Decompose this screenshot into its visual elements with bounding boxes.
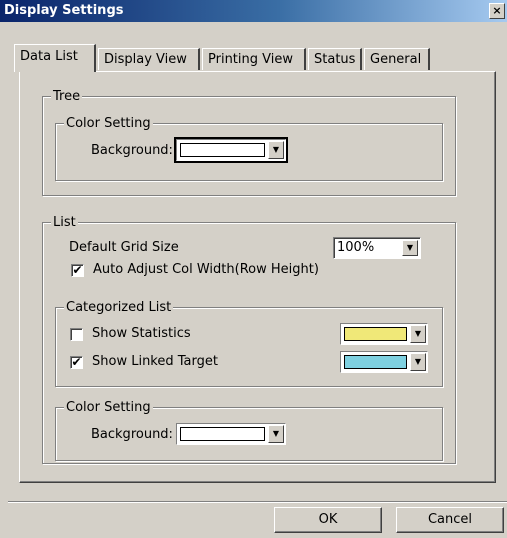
auto-adjust-checkbox[interactable]: ✔ (71, 264, 84, 277)
tree-group: Tree Color Setting Background: ▼ (42, 89, 456, 196)
footer-separator (8, 501, 507, 503)
window-title: Display Settings (4, 3, 124, 18)
cancel-button[interactable]: Cancel (396, 507, 504, 533)
show-statistics-label: Show Statistics (92, 326, 191, 341)
linked-target-color-swatch (344, 355, 407, 369)
close-button[interactable]: × (489, 3, 505, 19)
tab-label: Display View (104, 52, 187, 67)
list-background-swatch (180, 427, 265, 441)
list-background-color-picker[interactable]: ▼ (176, 423, 286, 445)
tree-legend: Tree (51, 89, 83, 104)
tree-background-swatch (180, 143, 265, 157)
check-icon: ✔ (71, 355, 82, 369)
check-icon: ✔ (72, 263, 83, 277)
statistics-color-swatch (344, 327, 407, 341)
grid-size-select[interactable]: 100% ▼ (333, 237, 421, 259)
categorized-list-group: Categorized List Show Statistics ▼ ✔ Sho… (55, 300, 443, 387)
tree-color-setting-group: Color Setting Background: ▼ (55, 116, 443, 181)
tree-background-color-picker[interactable]: ▼ (174, 137, 288, 163)
show-linked-target-checkbox[interactable]: ✔ (70, 356, 83, 369)
close-icon: × (492, 4, 502, 17)
chevron-down-icon[interactable]: ▼ (402, 240, 418, 256)
linked-target-color-picker[interactable]: ▼ (340, 351, 428, 373)
tab-label: General (370, 52, 422, 67)
list-background-label: Background: (91, 427, 173, 442)
list-group: List Default Grid Size 100% ▼ ✔ Auto Adj… (42, 215, 456, 464)
chevron-down-icon[interactable]: ▼ (268, 141, 284, 159)
show-statistics-checkbox[interactable] (70, 328, 83, 341)
tab-printing-view[interactable]: Printing View (202, 48, 306, 70)
tab-label: Data List (20, 49, 78, 64)
chevron-down-icon[interactable]: ▼ (410, 325, 426, 343)
tab-general[interactable]: General (364, 48, 430, 70)
grid-size-value: 100% (337, 240, 375, 255)
tab-label: Printing View (208, 52, 293, 67)
tab-panel-data-list: Tree Color Setting Background: ▼ List De… (19, 71, 496, 483)
grid-size-label: Default Grid Size (69, 240, 179, 255)
tree-background-label: Background: (91, 143, 173, 158)
categorized-list-legend: Categorized List (64, 300, 174, 315)
list-legend: List (51, 215, 78, 230)
auto-adjust-label: Auto Adjust Col Width(Row Height) (93, 262, 319, 277)
show-linked-target-label: Show Linked Target (92, 354, 218, 369)
title-bar: Display Settings × (0, 0, 507, 22)
tab-data-list[interactable]: Data List (14, 44, 96, 72)
tab-display-view[interactable]: Display View (98, 48, 200, 70)
chevron-down-icon[interactable]: ▼ (268, 425, 284, 443)
tab-label: Status (314, 52, 356, 67)
tree-color-setting-legend: Color Setting (64, 116, 153, 131)
ok-button[interactable]: OK (274, 507, 382, 533)
list-color-setting-legend: Color Setting (64, 400, 153, 415)
tab-status[interactable]: Status (308, 48, 362, 70)
statistics-color-picker[interactable]: ▼ (340, 323, 428, 345)
chevron-down-icon[interactable]: ▼ (410, 353, 426, 371)
list-color-setting-group: Color Setting Background: ▼ (55, 400, 443, 461)
